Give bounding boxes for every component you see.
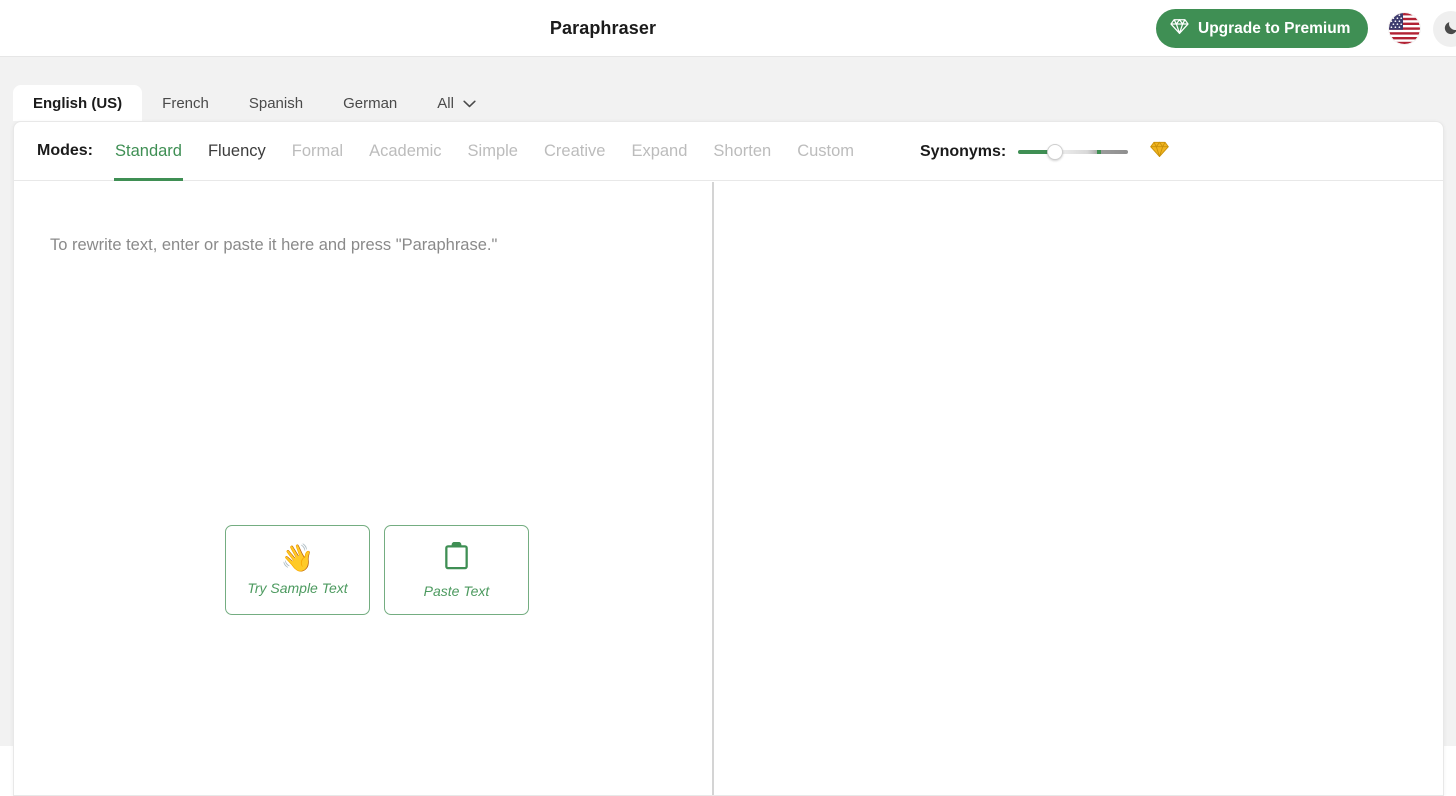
slider-tick [1097, 150, 1101, 154]
language-tab-spanish[interactable]: Spanish [229, 85, 323, 121]
try-sample-text-label: Try Sample Text [247, 580, 347, 596]
modes-toolbar: Modes: Standard Fluency Formal Academic … [14, 122, 1443, 181]
synonyms-label: Synonyms: [920, 143, 1006, 161]
mode-label: Simple [468, 142, 518, 161]
upgrade-to-premium-button[interactable]: Upgrade to Premium [1156, 9, 1368, 48]
mode-label: Fluency [208, 142, 266, 161]
language-tab-label: All [437, 95, 454, 112]
output-pane[interactable] [714, 182, 1443, 795]
slider-thumb[interactable] [1047, 144, 1063, 160]
mode-standard[interactable]: Standard [102, 122, 195, 181]
mode-label: Expand [631, 142, 687, 161]
synonyms-control: Synonyms: [920, 122, 1169, 181]
language-tab-all[interactable]: All [417, 85, 492, 121]
mode-custom[interactable]: Custom [784, 122, 867, 181]
us-flag-icon[interactable] [1389, 13, 1420, 44]
synonyms-slider[interactable] [1018, 141, 1136, 163]
mode-label: Shorten [713, 142, 771, 161]
upgrade-to-premium-label: Upgrade to Premium [1198, 20, 1350, 38]
mode-academic[interactable]: Academic [356, 122, 454, 181]
mode-list: Standard Fluency Formal Academic Simple … [93, 122, 867, 181]
try-sample-text-button[interactable]: 👋 Try Sample Text [225, 525, 370, 615]
moon-icon [1443, 19, 1456, 39]
mode-shorten[interactable]: Shorten [700, 122, 784, 181]
mode-label: Standard [115, 142, 182, 161]
editor-panes: To rewrite text, enter or paste it here … [14, 182, 1443, 795]
language-tabs: English (US) French Spanish German All [13, 85, 492, 121]
modes-label: Modes: [37, 142, 93, 160]
language-tab-german[interactable]: German [323, 85, 417, 121]
dark-mode-toggle[interactable] [1433, 11, 1456, 47]
language-tab-label: English (US) [33, 95, 122, 112]
language-tab-label: French [162, 95, 209, 112]
waving-hand-icon: 👋 [281, 545, 315, 572]
top-bar: Paraphraser Upgrade to Premium [0, 0, 1456, 57]
input-placeholder: To rewrite text, enter or paste it here … [50, 236, 497, 255]
slider-track-empty [1058, 150, 1128, 154]
mode-label: Formal [292, 142, 343, 161]
mode-fluency[interactable]: Fluency [195, 122, 279, 181]
input-quick-actions: 👋 Try Sample Text Paste Text [225, 525, 529, 615]
mode-simple[interactable]: Simple [455, 122, 531, 181]
gem-icon[interactable] [1150, 140, 1169, 163]
paste-text-button[interactable]: Paste Text [384, 525, 529, 615]
page-title: Paraphraser [0, 0, 1206, 57]
language-tab-label: German [343, 95, 397, 112]
mode-label: Academic [369, 142, 441, 161]
chevron-down-icon [463, 95, 476, 112]
mode-creative[interactable]: Creative [531, 122, 618, 181]
mode-label: Custom [797, 142, 854, 161]
mode-expand[interactable]: Expand [618, 122, 700, 181]
clipboard-icon [444, 542, 469, 575]
language-tab-label: Spanish [249, 95, 303, 112]
language-tab-english-us[interactable]: English (US) [13, 85, 142, 121]
diamond-icon [1170, 18, 1189, 40]
page-background: English (US) French Spanish German All M… [0, 57, 1456, 746]
input-pane[interactable]: To rewrite text, enter or paste it here … [14, 182, 714, 795]
paste-text-label: Paste Text [424, 583, 490, 599]
language-tab-french[interactable]: French [142, 85, 229, 121]
mode-label: Creative [544, 142, 605, 161]
paraphraser-card: Modes: Standard Fluency Formal Academic … [13, 121, 1444, 796]
mode-formal[interactable]: Formal [279, 122, 356, 181]
